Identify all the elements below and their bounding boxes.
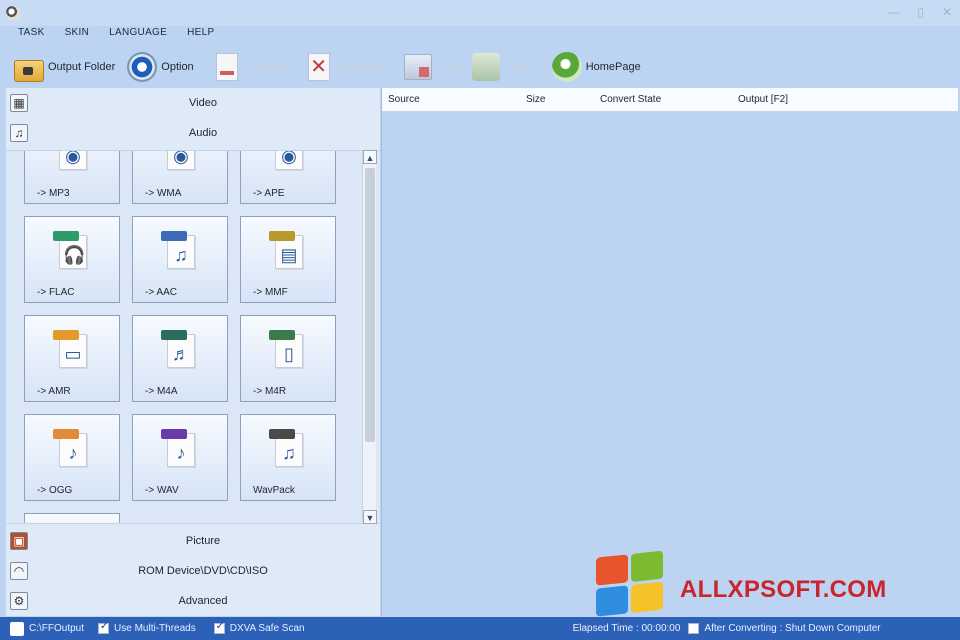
format-tile-label: -> APE <box>253 188 285 199</box>
status-bar: C:\FFOutput Use Multi-Threads DXVA Safe … <box>0 617 960 640</box>
scroll-up-icon[interactable]: ▲ <box>363 150 377 164</box>
menu-bar: TASK SKIN LANGUAGE HELP <box>0 27 960 45</box>
category-panel: ▦ Video ♫ Audio ◉ -> MP3 ◉ -> WMA ◉ -> APE 🎧 ->… <box>6 88 380 616</box>
format-tile-label: -> WMA <box>145 188 182 199</box>
grid-scrollbar[interactable]: ▲ ▼ <box>362 150 377 524</box>
windows-logo <box>596 550 666 619</box>
audio-file-icon: ♫ <box>161 231 197 271</box>
category-advanced[interactable]: ⚙ Advanced <box>6 586 380 616</box>
audio-format-grid: ◉ -> MP3 ◉ -> WMA ◉ -> APE 🎧 -> FLAC ♫ -> AAC ▤ -> … <box>6 150 380 524</box>
scroll-down-icon[interactable]: ▼ <box>363 510 377 524</box>
format-tile[interactable]: ♫ WavPack <box>240 414 336 501</box>
format-tile[interactable]: ▭ -> AMR <box>24 315 120 402</box>
checkbox-icon <box>98 621 110 634</box>
output-path[interactable]: C:\FFOutput <box>10 621 84 636</box>
maximize-icon[interactable]: ▯ <box>917 5 924 19</box>
window-controls: — ▯ ✕ <box>887 5 952 19</box>
column-convert-state[interactable]: Convert State <box>600 94 661 105</box>
option-gear-icon <box>127 52 158 82</box>
option-button[interactable]: Option <box>127 50 194 84</box>
advanced-icon: ⚙ <box>10 592 28 610</box>
audio-file-icon: ◉ <box>161 151 197 172</box>
menu-skin[interactable]: SKIN <box>65 27 90 45</box>
rom-device-icon: ◠ <box>10 562 28 580</box>
format-tile[interactable]: ♪ -> WAV <box>132 414 228 501</box>
format-tile[interactable]: ◉ -> MP3 <box>24 151 120 204</box>
audio-file-icon: ◉ <box>269 151 305 172</box>
remove-icon <box>215 53 238 81</box>
column-size[interactable]: Size <box>526 94 545 105</box>
format-tile-label: -> AAC <box>145 287 177 298</box>
watermark-text: ALLXPSOFT.COM <box>680 576 887 603</box>
homepage-globe-icon <box>551 52 582 82</box>
format-tile[interactable]: ♪ -> OGG <box>24 414 120 501</box>
checkbox-icon <box>213 621 225 634</box>
audio-file-icon: 🎧 <box>53 231 89 271</box>
audio-file-icon: ▤ <box>269 231 305 271</box>
multi-threads-checkbox[interactable]: Use Multi-Threads <box>98 621 196 634</box>
close-icon[interactable]: ✕ <box>942 5 952 19</box>
format-tile[interactable]: ▯ -> M4R <box>240 315 336 402</box>
menu-task[interactable]: TASK <box>18 27 45 45</box>
dxva-checkbox[interactable]: DXVA Safe Scan <box>213 621 305 634</box>
format-tile-label: -> AMR <box>37 386 71 397</box>
format-tile-label: -> MP3 <box>37 188 70 199</box>
homepage-button[interactable]: HomePage <box>551 50 641 84</box>
clear-list-icon: ✕ <box>307 53 330 81</box>
format-tile-label: -> WAV <box>145 485 179 496</box>
after-converting-checkbox[interactable]: After Converting : Shut Down Computer <box>688 623 881 634</box>
format-tile[interactable]: 🎧 -> FLAC <box>24 216 120 303</box>
format-tile[interactable]: ◉ -> WMA <box>132 151 228 204</box>
picture-icon: ▣ <box>10 532 28 550</box>
format-tile[interactable] <box>24 513 120 523</box>
column-output[interactable]: Output [F2] <box>738 94 788 105</box>
format-tile[interactable]: ♫ -> AAC <box>132 216 228 303</box>
audio-file-icon: ♫ <box>269 429 305 469</box>
audio-file-icon: ♬ <box>161 330 197 370</box>
play-button[interactable] <box>403 50 460 84</box>
film-icon: ▦ <box>10 94 28 112</box>
format-tile-label: WavPack <box>253 485 295 496</box>
column-source[interactable]: Source <box>388 94 420 105</box>
minimize-icon[interactable]: — <box>887 5 899 19</box>
elapsed-time: Elapsed Time : 00:00:00 <box>572 623 681 634</box>
audio-file-icon: ♪ <box>53 429 89 469</box>
format-tile[interactable]: ▤ -> MMF <box>240 216 336 303</box>
output-folder-button[interactable]: Output Folder <box>14 50 115 84</box>
list-header: Source Size Convert State Output [F2] <box>382 88 958 112</box>
menu-language[interactable]: LANGUAGE <box>109 27 167 45</box>
clear-list-button[interactable]: ✕ <box>307 50 386 84</box>
format-tile-label: -> OGG <box>37 485 73 496</box>
file-list-panel[interactable]: Source Size Convert State Output [F2] <box>381 88 958 616</box>
remove-button[interactable] <box>215 50 288 84</box>
format-tile-label: -> M4A <box>145 386 178 397</box>
audio-file-icon: ▯ <box>269 330 305 370</box>
audio-file-icon: ▭ <box>53 330 89 370</box>
folder-icon <box>14 60 44 82</box>
format-tile-label: -> FLAC <box>37 287 75 298</box>
category-picture[interactable]: ▣ Picture <box>6 526 380 556</box>
checkbox-icon <box>688 623 700 634</box>
category-rom-device[interactable]: ◠ ROM Device\DVD\CD\ISO <box>6 556 380 586</box>
format-tile[interactable]: ◉ -> APE <box>240 151 336 204</box>
scroll-thumb[interactable] <box>365 168 375 442</box>
category-audio[interactable]: ♫ Audio <box>6 118 380 148</box>
format-tile-label: -> M4R <box>253 386 287 397</box>
format-tile-label: -> MMF <box>253 287 288 298</box>
app-icon <box>6 6 20 20</box>
stop-button[interactable] <box>471 50 528 84</box>
title-bar: — ▯ ✕ <box>0 0 960 26</box>
stop-icon <box>471 53 500 81</box>
menu-help[interactable]: HELP <box>187 27 214 45</box>
audio-file-icon: ♪ <box>161 429 197 469</box>
play-file-icon <box>403 54 432 80</box>
music-note-icon: ♫ <box>10 124 28 142</box>
format-tile[interactable]: ♬ -> M4A <box>132 315 228 402</box>
category-video[interactable]: ▦ Video <box>6 88 380 118</box>
toolbar: Output Folder Option ✕ HomePage <box>0 48 960 86</box>
output-folder-icon <box>10 621 24 636</box>
audio-file-icon: ◉ <box>53 151 89 172</box>
